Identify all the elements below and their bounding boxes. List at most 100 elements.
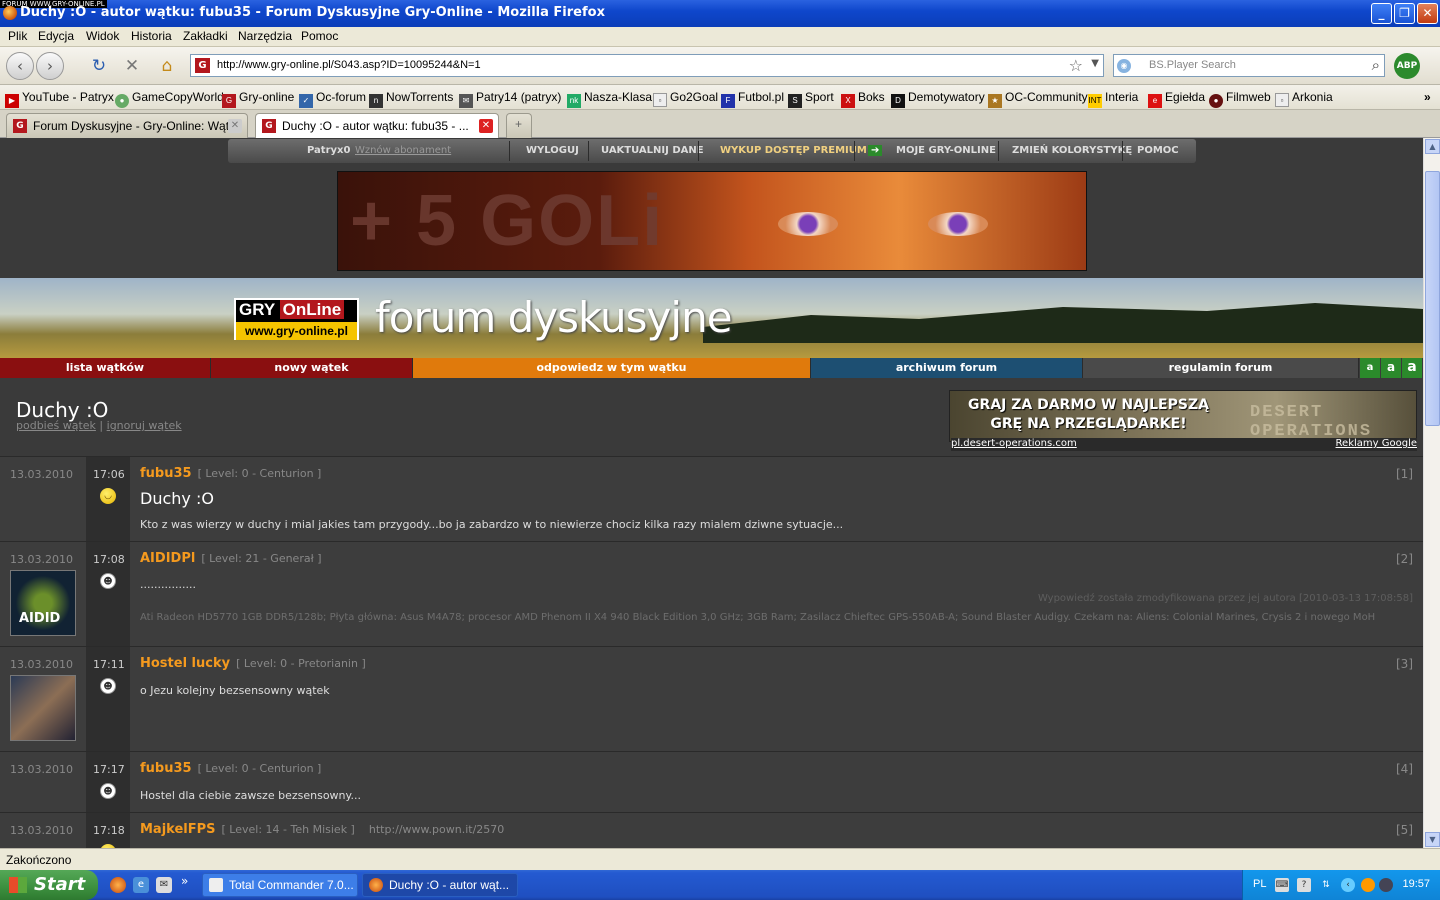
font-size-small-button[interactable]: a (1360, 358, 1380, 378)
bookmark-item[interactable]: n NowTorrents (369, 90, 453, 108)
menu-item-historia[interactable]: Historia (131, 29, 172, 43)
bookmark-item[interactable]: ✓ Oc-forum (299, 90, 366, 108)
google-ad[interactable]: GRAJ ZA DARMO W NAJLEPSZĄ GRĘ NA PRZEGLĄ… (949, 390, 1417, 442)
change-colors-link[interactable]: ZMIEŃ KOLORYSTYKĘ (1012, 145, 1132, 156)
tab-forum-list[interactable]: G Forum Dyskusyjne - Gry-Online: Wątki ✕ (6, 113, 248, 138)
adblock-plus-button[interactable]: ABP (1394, 53, 1420, 79)
google-ads-link[interactable]: Reklamy Google (1336, 438, 1417, 449)
nav-rules[interactable]: regulamin forum (1083, 358, 1359, 378)
post-author[interactable]: Hostel lucky[ Level: 0 - Pretorianin ] (140, 656, 366, 671)
language-indicator[interactable]: PL (1253, 878, 1266, 890)
search-input[interactable]: BS.Player Search (1149, 59, 1236, 71)
bookmark-item[interactable]: ★ OC-Community (988, 90, 1088, 108)
post-number[interactable]: [4] (1396, 762, 1413, 776)
bookmark-item[interactable]: F Futbol.pl (721, 90, 784, 108)
update-data-link[interactable]: UAKTUALNIJ DANE (601, 145, 704, 156)
bookmark-item[interactable]: D Demotywatory (891, 90, 985, 108)
reload-button[interactable]: ↻ (88, 55, 110, 77)
author-link[interactable]: http://www.pown.it/2570 (369, 823, 504, 836)
avatar[interactable]: AIDID (10, 570, 76, 636)
bookmark-item[interactable]: X Boks (841, 90, 885, 108)
menu-item-widok[interactable]: Widok (86, 29, 119, 43)
nav-archive[interactable]: archiwum forum (811, 358, 1083, 378)
bookmark-item[interactable]: ● Filmweb (1209, 90, 1271, 108)
post-number[interactable]: [3] (1396, 657, 1413, 671)
post-author[interactable]: fubu35[ Level: 0 - Centurion ] (140, 466, 321, 481)
url-bar[interactable]: G http://www.gry-online.pl/S043.asp?ID=1… (190, 54, 1104, 77)
forward-button[interactable]: › (36, 52, 64, 80)
ad-banner[interactable]: + 5 GOLi (337, 171, 1087, 271)
post-author[interactable]: AIDIDPl[ Level: 21 - Generał ] (140, 551, 322, 566)
url-text[interactable]: http://www.gry-online.pl/S043.asp?ID=100… (217, 59, 481, 71)
menu-item-zakladki[interactable]: Zakładki (183, 29, 228, 43)
bookmark-item[interactable]: ✉ Patry14 (patryx) (459, 90, 561, 108)
quicklaunch-overflow-icon[interactable]: » (181, 874, 188, 888)
bookmark-item[interactable]: ▶ YouTube - Patryx (5, 90, 114, 108)
bookmark-item[interactable]: INT Interia (1088, 90, 1138, 108)
menu-item-pomoc[interactable]: Pomoc (301, 29, 338, 43)
media-player-icon[interactable] (1379, 878, 1393, 892)
network-icon[interactable]: ⇅ (1319, 878, 1333, 892)
post-author[interactable]: fubu35[ Level: 0 - Centurion ] (140, 761, 321, 776)
post-number[interactable]: [1] (1396, 467, 1413, 481)
menu-item-plik[interactable]: Plik (8, 29, 27, 43)
tab-current-thread[interactable]: G Duchy :O - autor wątku: fubu35 - ... ✕ (255, 113, 499, 139)
chevron-down-icon[interactable]: ▼ (1091, 58, 1099, 69)
home-button[interactable]: ⌂ (156, 55, 178, 77)
tab-close-icon[interactable]: ✕ (228, 119, 242, 133)
buy-premium-link[interactable]: WYKUP DOSTĘP PREMIUM (720, 145, 867, 156)
back-button[interactable]: ‹ (6, 52, 34, 80)
firefox-quicklaunch-icon[interactable] (110, 877, 126, 893)
email-quicklaunch-icon[interactable]: ✉ (156, 877, 172, 893)
menu-item-narzedzia[interactable]: Narzędzia (238, 29, 292, 43)
post-number[interactable]: [5] (1396, 823, 1413, 837)
ignore-thread-link[interactable]: ignoruj wątek (107, 419, 182, 432)
minimize-button[interactable]: _ (1371, 3, 1392, 24)
bookmark-item[interactable]: e Egiełda (1148, 90, 1205, 108)
search-box[interactable]: ◉ BS.Player Search ⌕ (1113, 54, 1385, 77)
font-size-large-button[interactable]: a (1402, 358, 1422, 378)
renew-subscription-link[interactable]: Wznów abonament (355, 145, 451, 156)
bookmarks-overflow-button[interactable]: » (1424, 90, 1431, 104)
logout-link[interactable]: WYLOGUJ (526, 145, 579, 156)
bookmark-star-icon[interactable]: ☆ (1069, 56, 1083, 75)
scroll-up-icon[interactable]: ▲ (1425, 139, 1440, 154)
stop-button[interactable]: ✕ (121, 55, 143, 77)
nav-thread-list[interactable]: lista wątków (0, 358, 211, 378)
username[interactable]: Patryx0 (307, 145, 350, 156)
bookmark-item[interactable]: nk Nasza-Klasa (567, 90, 652, 108)
antivirus-icon[interactable] (1361, 878, 1375, 892)
bookmark-item[interactable]: S Sport (788, 90, 834, 108)
bookmark-item[interactable]: ● GameCopyWorld (115, 90, 224, 108)
nav-reply[interactable]: odpowiedz w tym wątku (413, 358, 811, 378)
keyboard-icon[interactable]: ⌨ (1275, 878, 1289, 892)
bookmark-item[interactable]: ▫ Go2Goal (653, 90, 718, 107)
menu-item-edycja[interactable]: Edycja (38, 29, 74, 43)
my-gry-online-link[interactable]: MOJE GRY-ONLINE (896, 145, 996, 156)
scrollbar-thumb[interactable] (1425, 171, 1440, 426)
bookmark-item[interactable]: ▫ Arkonia (1275, 90, 1333, 107)
start-button[interactable]: Start (0, 870, 98, 900)
chevron-left-icon[interactable]: ‹ (1341, 878, 1355, 892)
bookmark-item[interactable]: G Gry-online (222, 90, 294, 108)
gry-online-logo[interactable]: GRY OnLine www.gry-online.pl (234, 298, 359, 340)
new-tab-button[interactable]: + (506, 113, 532, 138)
help-link[interactable]: POMOC (1137, 145, 1179, 156)
close-button[interactable]: ✕ (1417, 3, 1438, 24)
search-icon[interactable]: ⌕ (1372, 56, 1380, 74)
task-firefox[interactable]: Duchy :O - autor wąt... (362, 873, 518, 897)
maximize-button[interactable]: ❐ (1394, 3, 1415, 24)
search-engine-icon[interactable]: ◉ (1117, 59, 1131, 73)
avatar[interactable] (10, 675, 76, 741)
ad-url-link[interactable]: pl.desert-operations.com (951, 438, 1077, 449)
task-total-commander[interactable]: Total Commander 7.0... (202, 873, 358, 897)
ie-quicklaunch-icon[interactable]: e (133, 877, 149, 893)
scroll-down-icon[interactable]: ▼ (1425, 832, 1440, 847)
post-number[interactable]: [2] (1396, 552, 1413, 566)
tab-close-icon[interactable]: ✕ (479, 119, 493, 133)
help-icon[interactable]: ? (1297, 878, 1311, 892)
bump-thread-link[interactable]: podbieś wątek (16, 419, 96, 432)
font-size-medium-button[interactable]: a (1381, 358, 1401, 378)
nav-new-thread[interactable]: nowy wątek (211, 358, 413, 378)
post-author[interactable]: MajkelFPS[ Level: 14 - Teh Misiek ] http:… (140, 822, 504, 837)
